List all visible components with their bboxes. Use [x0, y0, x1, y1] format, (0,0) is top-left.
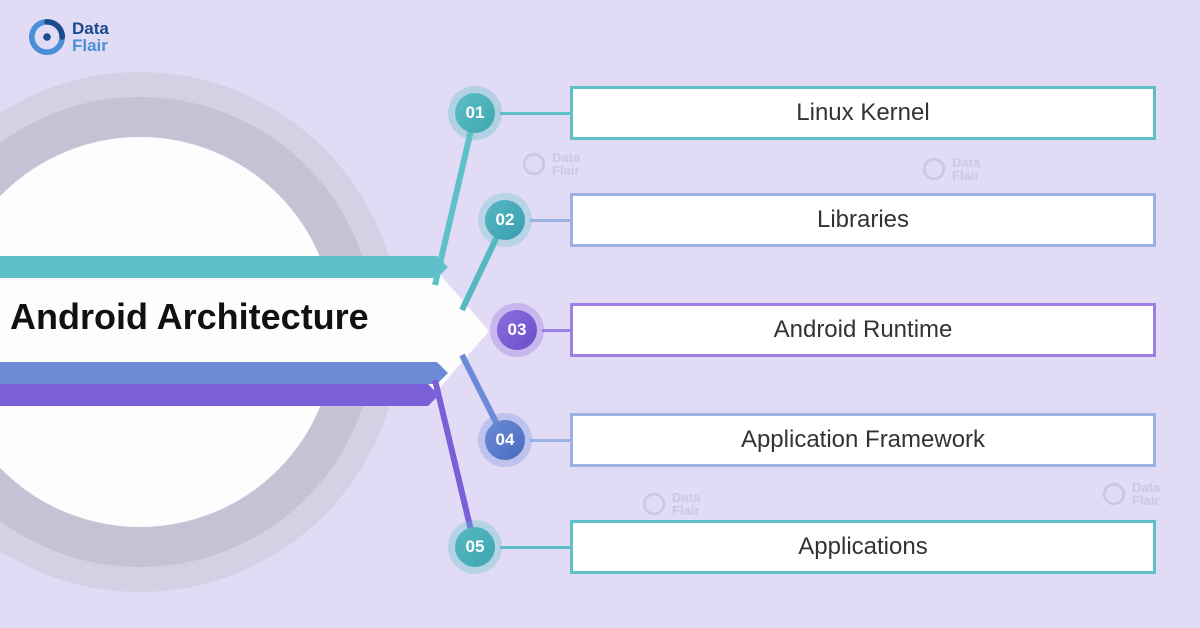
item-box-application-framework: Application Framework [570, 413, 1156, 467]
node-05: 05 [448, 520, 502, 574]
connector-line [500, 112, 572, 115]
item-label: Applications [798, 533, 927, 561]
connector-line [500, 546, 572, 549]
item-label: Linux Kernel [796, 99, 929, 127]
connector-line [542, 329, 572, 332]
item-box-libraries: Libraries [570, 193, 1156, 247]
item-box-applications: Applications [570, 520, 1156, 574]
node-02: 02 [478, 193, 532, 247]
connector-line [530, 439, 572, 442]
item-box-android-runtime: Android Runtime [570, 303, 1156, 357]
node-01: 01 [448, 86, 502, 140]
item-label: Android Runtime [774, 316, 953, 344]
item-label: Libraries [817, 206, 909, 234]
node-04: 04 [478, 413, 532, 467]
item-label: Application Framework [741, 426, 985, 454]
connector-line [530, 219, 572, 222]
item-box-linux-kernel: Linux Kernel [570, 86, 1156, 140]
node-03: 03 [490, 303, 544, 357]
diagram-title: Android Architecture [10, 296, 369, 338]
